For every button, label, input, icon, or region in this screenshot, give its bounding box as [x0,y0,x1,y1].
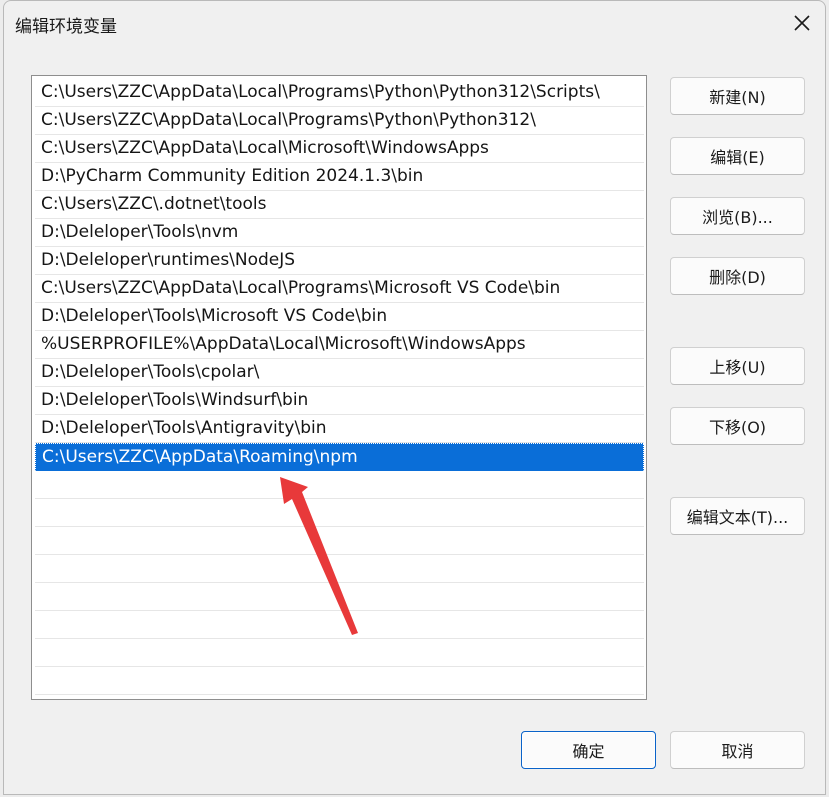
path-list-empty-row[interactable] [35,639,644,667]
path-list-item[interactable]: C:\Users\ZZC\.dotnet\tools [35,191,644,219]
path-list-item[interactable]: D:\Deleloper\runtimes\NodeJS [35,247,644,275]
title-bar: 编辑环境变量 [4,1,825,45]
path-list-empty-row[interactable] [35,611,644,639]
path-list[interactable]: C:\Users\ZZC\AppData\Local\Programs\Pyth… [31,75,647,700]
path-list-item-selected[interactable]: C:\Users\ZZC\AppData\Roaming\npm [35,443,644,471]
path-list-empty-row[interactable] [35,471,644,499]
browse-button[interactable]: 浏览(B)... [670,197,805,235]
path-list-item[interactable]: D:\Deleloper\Tools\nvm [35,219,644,247]
path-list-item[interactable]: C:\Users\ZZC\AppData\Local\Programs\Pyth… [35,107,644,135]
path-list-empty-row[interactable] [35,527,644,555]
path-list-item[interactable]: D:\Deleloper\Tools\Antigravity\bin [35,415,644,443]
path-list-item[interactable]: D:\Deleloper\Tools\cpolar\ [35,359,644,387]
cancel-button[interactable]: 取消 [670,731,805,769]
path-list-item[interactable]: D:\Deleloper\Tools\Windsurf\bin [35,387,644,415]
edit-text-button[interactable]: 编辑文本(T)... [670,497,805,535]
move-up-button[interactable]: 上移(U) [670,347,805,385]
path-list-item[interactable]: %USERPROFILE%\AppData\Local\Microsoft\Wi… [35,331,644,359]
delete-button[interactable]: 删除(D) [670,257,805,295]
path-list-item[interactable]: D:\Deleloper\Tools\Microsoft VS Code\bin [35,303,644,331]
path-list-item[interactable]: C:\Users\ZZC\AppData\Local\Programs\Pyth… [35,79,644,107]
path-list-item[interactable]: C:\Users\ZZC\AppData\Local\Microsoft\Win… [35,135,644,163]
path-list-empty-row[interactable] [35,667,644,695]
ok-button[interactable]: 确定 [521,731,656,769]
close-button[interactable] [785,7,819,39]
path-list-empty-row[interactable] [35,583,644,611]
dialog-title: 编辑环境变量 [15,17,117,37]
path-list-empty-row[interactable] [35,555,644,583]
edit-env-var-dialog: 编辑环境变量 C:\Users\ZZC\AppData\Local\Progra… [3,0,826,795]
close-icon [794,15,810,31]
new-button[interactable]: 新建(N) [670,77,805,115]
move-down-button[interactable]: 下移(O) [670,407,805,445]
path-list-item[interactable]: D:\PyCharm Community Edition 2024.1.3\bi… [35,163,644,191]
path-list-item[interactable]: C:\Users\ZZC\AppData\Local\Programs\Micr… [35,275,644,303]
path-list-empty-row[interactable] [35,499,644,527]
edit-button[interactable]: 编辑(E) [670,137,805,175]
